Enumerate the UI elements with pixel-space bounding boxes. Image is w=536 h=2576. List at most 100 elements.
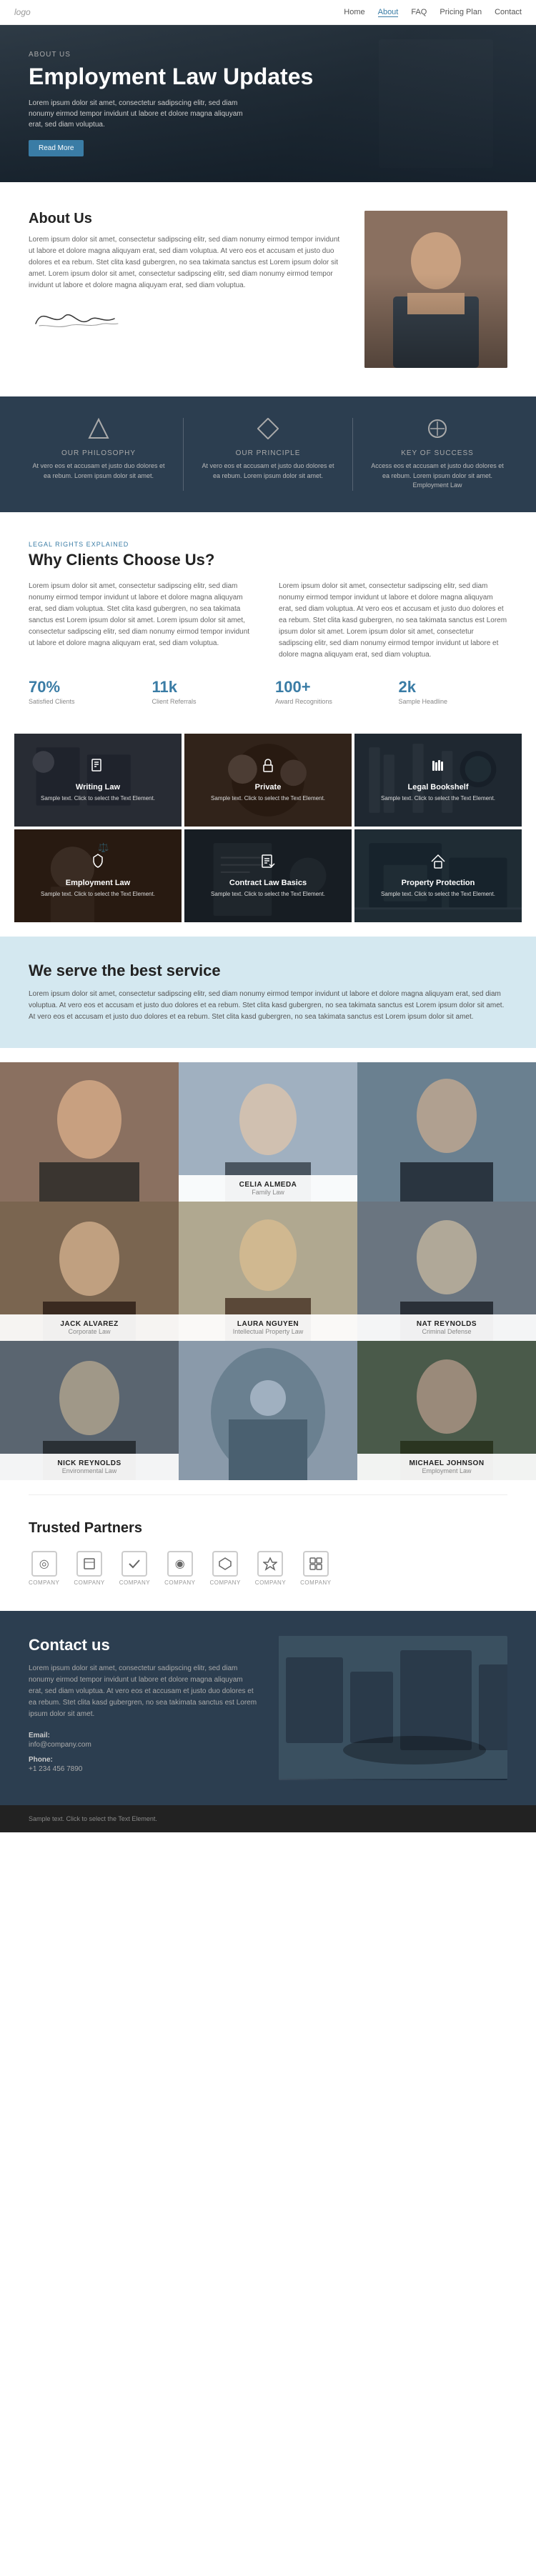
stat-label-3: Award Recognitions (275, 698, 384, 705)
contact-phone-label: Phone: (29, 1756, 257, 1764)
stat-clients: 70% Satisfied Clients (29, 678, 138, 705)
contact-description: Lorem ipsum dolor sit amet, consectetur … (29, 1663, 257, 1720)
employment-law-icon (89, 853, 106, 874)
philosophy-title-1: OUR PHILOSOPHY (29, 449, 169, 457)
partner-icon-2 (76, 1551, 102, 1577)
writing-law-icon (89, 757, 106, 779)
service-card-3[interactable]: Legal Bookshelf Sample text. Click to se… (354, 734, 522, 827)
footer: Sample text. Click to select the Text El… (0, 1805, 536, 1832)
michael-name: MICHAEL JOHNSON (364, 1459, 529, 1467)
nat-reynolds-info: NAT REYNOLDS Criminal Defense (357, 1314, 536, 1341)
logo: logo (14, 7, 31, 17)
stat-label-2: Client Referrals (152, 698, 262, 705)
team-member-left-1 (0, 1062, 179, 1202)
partner-5: COMPANY (209, 1551, 240, 1586)
service-title-2: Private (255, 783, 282, 792)
read-more-button[interactable]: Read More (29, 140, 84, 156)
laura-role: Intellectual Property Law (186, 1328, 350, 1335)
philosophy-text-1: At vero eos et accusam et justo duo dolo… (29, 461, 169, 481)
philosophy-item-3: KEY OF SUCCESS Access eos et accusam et … (367, 418, 507, 491)
team-row-1: CELIA ALMEDA Family Law (0, 1062, 536, 1202)
divider-1 (183, 418, 184, 491)
partner-icon-5 (212, 1551, 238, 1577)
services-section: Writing Law Sample text. Click to select… (0, 734, 536, 937)
contact-phone-value: +1 234 456 7890 (29, 1765, 257, 1773)
jack-alvarez-info: JACK ALVAREZ Corporate Law (0, 1314, 179, 1341)
service-card-2[interactable]: Private Sample text. Click to select the… (184, 734, 352, 827)
service-desc-4: Sample text. Click to select the Text El… (41, 890, 155, 898)
navigation: logo Home About FAQ Pricing Plan Contact (0, 0, 536, 25)
signature (29, 299, 343, 340)
celia-role: Family Law (186, 1189, 350, 1196)
service-card-6[interactable]: Property Protection Sample text. Click t… (354, 829, 522, 922)
partner-7: COMPANY (300, 1551, 331, 1586)
nat-role: Criminal Defense (364, 1328, 529, 1335)
team-member-nat: NAT REYNOLDS Criminal Defense (357, 1202, 536, 1341)
nav-faq[interactable]: FAQ (411, 8, 427, 17)
nick-name: NICK REYNOLDS (7, 1459, 172, 1467)
philosophy-icon-1 (29, 418, 169, 444)
service-title-6: Property Protection (402, 879, 475, 887)
stat-sample: 2k Sample Headline (399, 678, 508, 705)
nav-contact[interactable]: Contact (495, 8, 522, 17)
philosophy-icon-3 (367, 418, 507, 444)
michael-role: Employment Law (364, 1467, 529, 1474)
service-content-2: Private Sample text. Click to select the… (184, 734, 352, 827)
michael-johnson-info: MICHAEL JOHNSON Employment Law (357, 1454, 536, 1480)
partner-label-2: COMPANY (74, 1579, 104, 1586)
about-section: About Us Lorem ipsum dolor sit amet, con… (0, 182, 536, 396)
service-desc-3: Sample text. Click to select the Text El… (381, 794, 495, 802)
partner-icon-7 (303, 1551, 329, 1577)
private-icon (259, 757, 277, 779)
partner-6: COMPANY (255, 1551, 286, 1586)
service-card-4[interactable]: ⚖️ Employment Law Sample text. Click to … (14, 829, 182, 922)
team-center-placeholder (179, 1341, 357, 1480)
stat-referrals: 11k Client Referrals (152, 678, 262, 705)
service-card-1[interactable]: Writing Law Sample text. Click to select… (14, 734, 182, 827)
team-member-laura: LAURA NGUYEN Intellectual Property Law (179, 1202, 357, 1341)
service-desc-1: Sample text. Click to select the Text El… (41, 794, 155, 802)
why-heading: Why Clients Choose Us? (29, 551, 507, 569)
team-member-nick: NICK REYNOLDS Environmental Law (0, 1341, 179, 1480)
stat-label-1: Satisfied Clients (29, 698, 138, 705)
contact-image (279, 1636, 507, 1780)
partner-label-7: COMPANY (300, 1579, 331, 1586)
team-row-2: JACK ALVAREZ Corporate Law LAURA NGUYEN … (0, 1202, 536, 1341)
nav-home[interactable]: Home (344, 8, 364, 17)
about-person-photo (364, 211, 507, 368)
partner-2: COMPANY (74, 1551, 104, 1586)
service-title-1: Writing Law (76, 783, 120, 792)
partners-section: Trusted Partners ◎ COMPANY COMPANY COMPA… (0, 1494, 536, 1611)
philosophy-title-3: KEY OF SUCCESS (367, 449, 507, 457)
service-title-4: Employment Law (66, 879, 130, 887)
about-paragraph: Lorem ipsum dolor sit amet, consectetur … (29, 234, 343, 291)
laura-nguyen-info: LAURA NGUYEN Intellectual Property Law (179, 1314, 357, 1341)
why-section: LEGAL RIGHTS EXPLAINED Why Clients Choos… (0, 512, 536, 734)
team-member-right-1 (357, 1062, 536, 1202)
nav-about[interactable]: About (378, 8, 399, 17)
hero-section: ABOUT US Employment Law Updates Lorem ip… (0, 25, 536, 182)
why-columns: Lorem ipsum dolor sit amet, consectetur … (29, 581, 507, 661)
hero-content: ABOUT US Employment Law Updates Lorem ip… (0, 29, 342, 178)
legal-bookshelf-icon (430, 757, 447, 779)
nav-links: Home About FAQ Pricing Plan Contact (344, 8, 522, 17)
partners-logos: ◎ COMPANY COMPANY COMPANY ◉ COMPANY (29, 1551, 507, 1586)
stat-number-3: 100+ (275, 678, 384, 697)
team-section: CELIA ALMEDA Family Law (0, 1048, 536, 1494)
team-row-3: NICK REYNOLDS Environmental Law (0, 1341, 536, 1480)
about-text: About Us Lorem ipsum dolor sit amet, con… (29, 211, 343, 340)
philosophy-item-1: OUR PHILOSOPHY At vero eos et accusam et… (29, 418, 169, 491)
why-tag: LEGAL RIGHTS EXPLAINED (29, 541, 507, 548)
nick-reynolds-info: NICK REYNOLDS Environmental Law (0, 1454, 179, 1480)
stat-awards: 100+ Award Recognitions (275, 678, 384, 705)
hero-description: Lorem ipsum dolor sit amet, consectetur … (29, 98, 257, 130)
service-card-5[interactable]: Contract Law Basics Sample text. Click t… (184, 829, 352, 922)
team-member-michael: MICHAEL JOHNSON Employment Law (357, 1341, 536, 1480)
stats-row: 70% Satisfied Clients 11k Client Referra… (29, 678, 507, 705)
nav-pricing[interactable]: Pricing Plan (440, 8, 482, 17)
service-content-3: Legal Bookshelf Sample text. Click to se… (354, 734, 522, 827)
about-heading: About Us (29, 211, 343, 227)
partner-3: COMPANY (119, 1551, 150, 1586)
contact-email: Email: info@company.com (29, 1732, 257, 1749)
service-content-6: Property Protection Sample text. Click t… (354, 829, 522, 922)
